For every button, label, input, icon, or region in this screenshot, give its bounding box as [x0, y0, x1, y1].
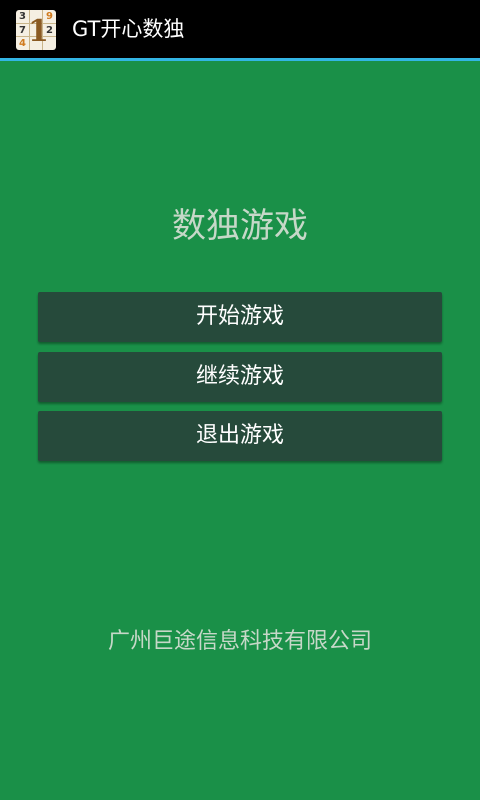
continue-game-button[interactable]: 继续游戏	[38, 352, 442, 402]
app-title: GT开心数独	[72, 17, 185, 41]
exit-game-button[interactable]: 退出游戏	[38, 411, 442, 461]
page-title: 数独游戏	[172, 206, 308, 246]
start-game-button[interactable]: 开始游戏	[38, 292, 442, 342]
icon-big-digit: 1	[28, 14, 49, 49]
action-bar-divider	[0, 58, 480, 61]
sudoku-app-icon[interactable]: 3 9 7 2 4 1	[16, 10, 56, 50]
company-name: 广州巨途信息科技有限公司	[107, 629, 372, 654]
action-bar: 3 9 7 2 4 1 GT开心数独	[0, 0, 480, 58]
